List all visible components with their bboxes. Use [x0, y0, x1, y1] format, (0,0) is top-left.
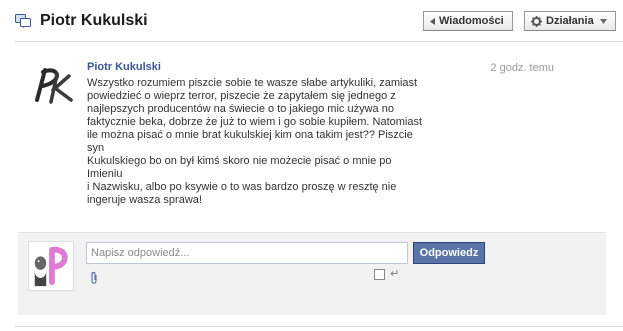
reply-input[interactable] [86, 242, 408, 264]
page-title: Piotr Kukulski [40, 12, 148, 29]
author-avatar[interactable] [29, 64, 79, 108]
message-body: Wszystko rozumiem piszcie sobie te wasze… [87, 77, 423, 206]
messages-button-label: Wiadomości [439, 15, 504, 27]
messages-icon [15, 14, 31, 28]
paperclip-icon[interactable] [89, 271, 99, 285]
footer-divider [15, 326, 623, 327]
triangle-down-icon [599, 18, 607, 24]
enter-to-send-checkbox[interactable] [374, 269, 385, 280]
author-name-link[interactable]: Piotr Kukulski [87, 61, 161, 73]
reply-submit-button[interactable]: Odpowiedz [413, 242, 485, 264]
messages-button[interactable]: Wiadomości [423, 11, 513, 31]
actions-button[interactable]: Działania [524, 11, 616, 31]
gear-icon [531, 15, 542, 27]
enter-key-icon: ↵ [390, 267, 400, 280]
message-timestamp: 2 godz. temu [490, 62, 554, 74]
triangle-left-icon [430, 17, 435, 25]
reply-box: Odpowiedz ↵ [18, 232, 606, 315]
header-divider [15, 41, 623, 42]
user-avatar[interactable] [28, 241, 74, 291]
actions-button-label: Działania [546, 15, 594, 27]
